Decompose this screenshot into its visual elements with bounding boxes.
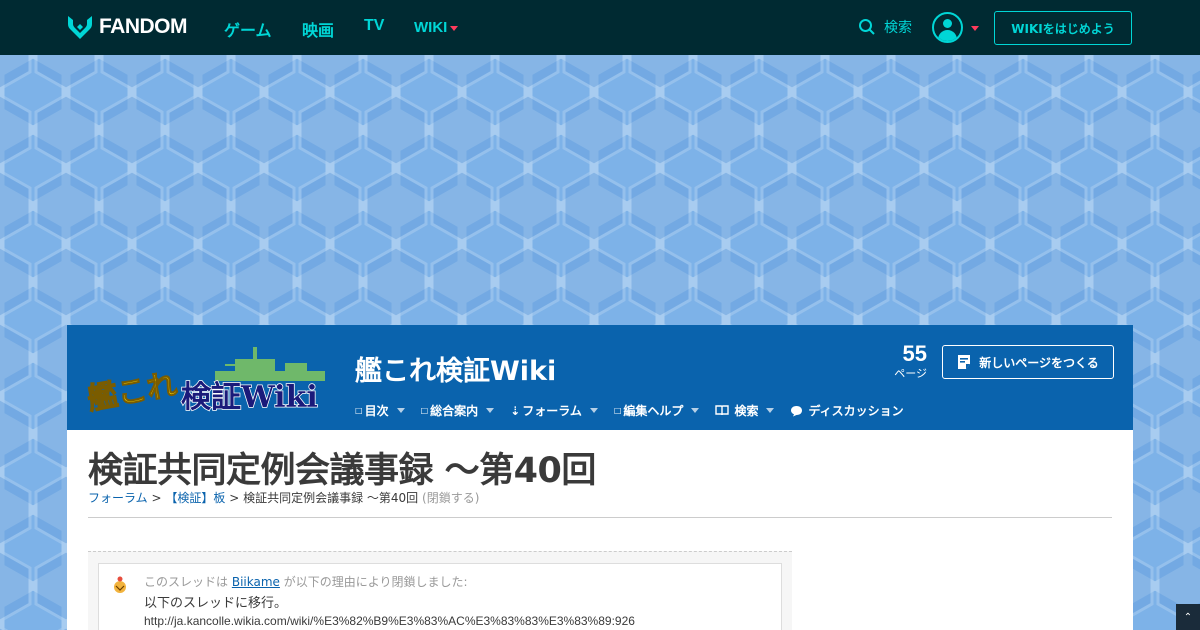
wiki-nav-label: ディスカッション [808,404,904,418]
global-navigation: FANDOM ゲーム 映画 TV WIKI 検索 WIKIをはじめよう [0,0,1200,55]
wiki-nav-label: 目次 [364,404,389,418]
chevron-down-icon [486,408,495,413]
wiki-nav-guide[interactable]: □ 総合案内 [421,402,495,419]
wiki-nav-label: フォーラム [522,404,582,418]
wiki-nav-edit-help[interactable]: □ 編集ヘルプ [614,402,700,419]
wiki-nav-label: 総合案内 [430,404,479,418]
notice-suffix: が以下の理由により閉鎖しました: [283,575,468,589]
avatar-body [938,30,957,41]
new-page-button[interactable]: 新しいページをつくる [942,345,1114,379]
fandom-wordmark: FANDOM [99,15,188,38]
wiki-logo[interactable]: 艦これ 検証Wiki [85,341,337,413]
fandom-logo[interactable]: FANDOM [67,13,188,41]
wiki-nav-contents[interactable]: □ 目次 [355,402,405,419]
user-avatar-icon[interactable] [109,574,131,596]
new-page-label: 新しいページをつくる [979,355,1099,370]
scroll-to-top-button[interactable]: ⌃ [1176,604,1200,630]
chevron-down-icon [691,408,700,413]
breadcrumb-forum-link[interactable]: フォーラム [88,491,148,505]
search-icon [859,19,875,35]
wiki-nav-search[interactable]: 検索 [715,402,775,419]
breadcrumb-separator: > [151,491,162,505]
notice-url[interactable]: http://ja.kancolle.wikia.com/wiki/%E3%82… [144,614,635,628]
nav-link-movies[interactable]: 映画 [302,17,334,41]
nav-link-games[interactable]: ゲーム [224,17,272,41]
fandom-heart-icon [68,16,92,39]
wiki-nav-forum[interactable]: ⇣ フォーラム [510,402,598,419]
chevron-down-icon [589,408,598,413]
page-title: 検証共同定例会議事録 ～第40回 [88,451,596,491]
nav-wiki-label: WIKI [414,19,448,36]
new-page-icon [958,355,971,369]
logo-text-kancolle: 艦これ [85,367,180,413]
wiki-navigation: □ 目次 □ 総合案内 ⇣ フォーラム □ 編集ヘルプ 検索 ディスカッション [355,402,920,419]
breadcrumb-separator: > [229,491,240,505]
logo-battleship-icon [215,347,325,381]
forum-icon: ⇣ [510,403,521,418]
global-search[interactable]: 検索 [858,17,912,37]
nav-link-tv[interactable]: TV [364,17,384,35]
chevron-down-icon [450,25,459,31]
notice-header: このスレッドは Biikame が以下の理由により閉鎖しました: [144,573,468,590]
chevron-down-icon[interactable] [971,26,979,31]
user-avatar-button[interactable] [932,12,963,43]
search-label: 検索 [884,20,912,36]
page-count-number: 55 [902,341,927,366]
nav-link-wiki[interactable]: WIKI [414,19,459,36]
notice-prefix: このスレッドは [144,575,229,589]
start-wiki-button[interactable]: WIKIをはじめよう [994,11,1132,45]
chat-icon [791,405,803,416]
notice-user-link[interactable]: Biikame [232,575,280,589]
page-counter[interactable]: 55 ページ [889,341,927,381]
avatar-head [943,19,952,28]
wiki-nav-discussions[interactable]: ディスカッション [790,402,904,419]
chevron-down-icon [396,408,405,413]
chevron-down-icon [766,408,775,413]
list-icon: □ [355,406,363,415]
book-icon [715,405,730,416]
breadcrumb-current: 検証共同定例会議事録 ～第40回 [243,491,419,505]
wiki-title[interactable]: 艦これ検証Wiki [355,349,556,388]
thread-status: (閉鎖する) [422,491,480,505]
double-chevron-up-icon: ⌃ [1183,611,1193,623]
thread-container: このスレッドは Biikame が以下の理由により閉鎖しました: 以下のスレッド… [88,551,792,630]
community-header: 艦これ 検証Wiki 艦これ検証Wiki 55 ページ 新しいページをつくる □… [67,325,1133,430]
main-content: 検証共同定例会議事録 ～第40回 フォーラム > 【検証】板 > 検証共同定例会… [67,430,1133,630]
logo-text-wiki: 検証Wiki [181,380,318,413]
info-icon: □ [420,406,429,415]
help-icon: □ [613,406,622,415]
wiki-nav-label: 検索 [734,404,759,418]
divider [88,517,1112,518]
closed-thread-notice: このスレッドは Biikame が以下の理由により閉鎖しました: 以下のスレッド… [98,563,782,630]
breadcrumb: フォーラム > 【検証】板 > 検証共同定例会議事録 ～第40回 (閉鎖する) [88,489,479,506]
wiki-nav-label: 編集ヘルプ [623,404,684,418]
breadcrumb-board-link[interactable]: 【検証】板 [165,491,225,505]
page-count-label: ページ [894,367,927,380]
notice-message: 以下のスレッドに移行。 [144,596,288,611]
